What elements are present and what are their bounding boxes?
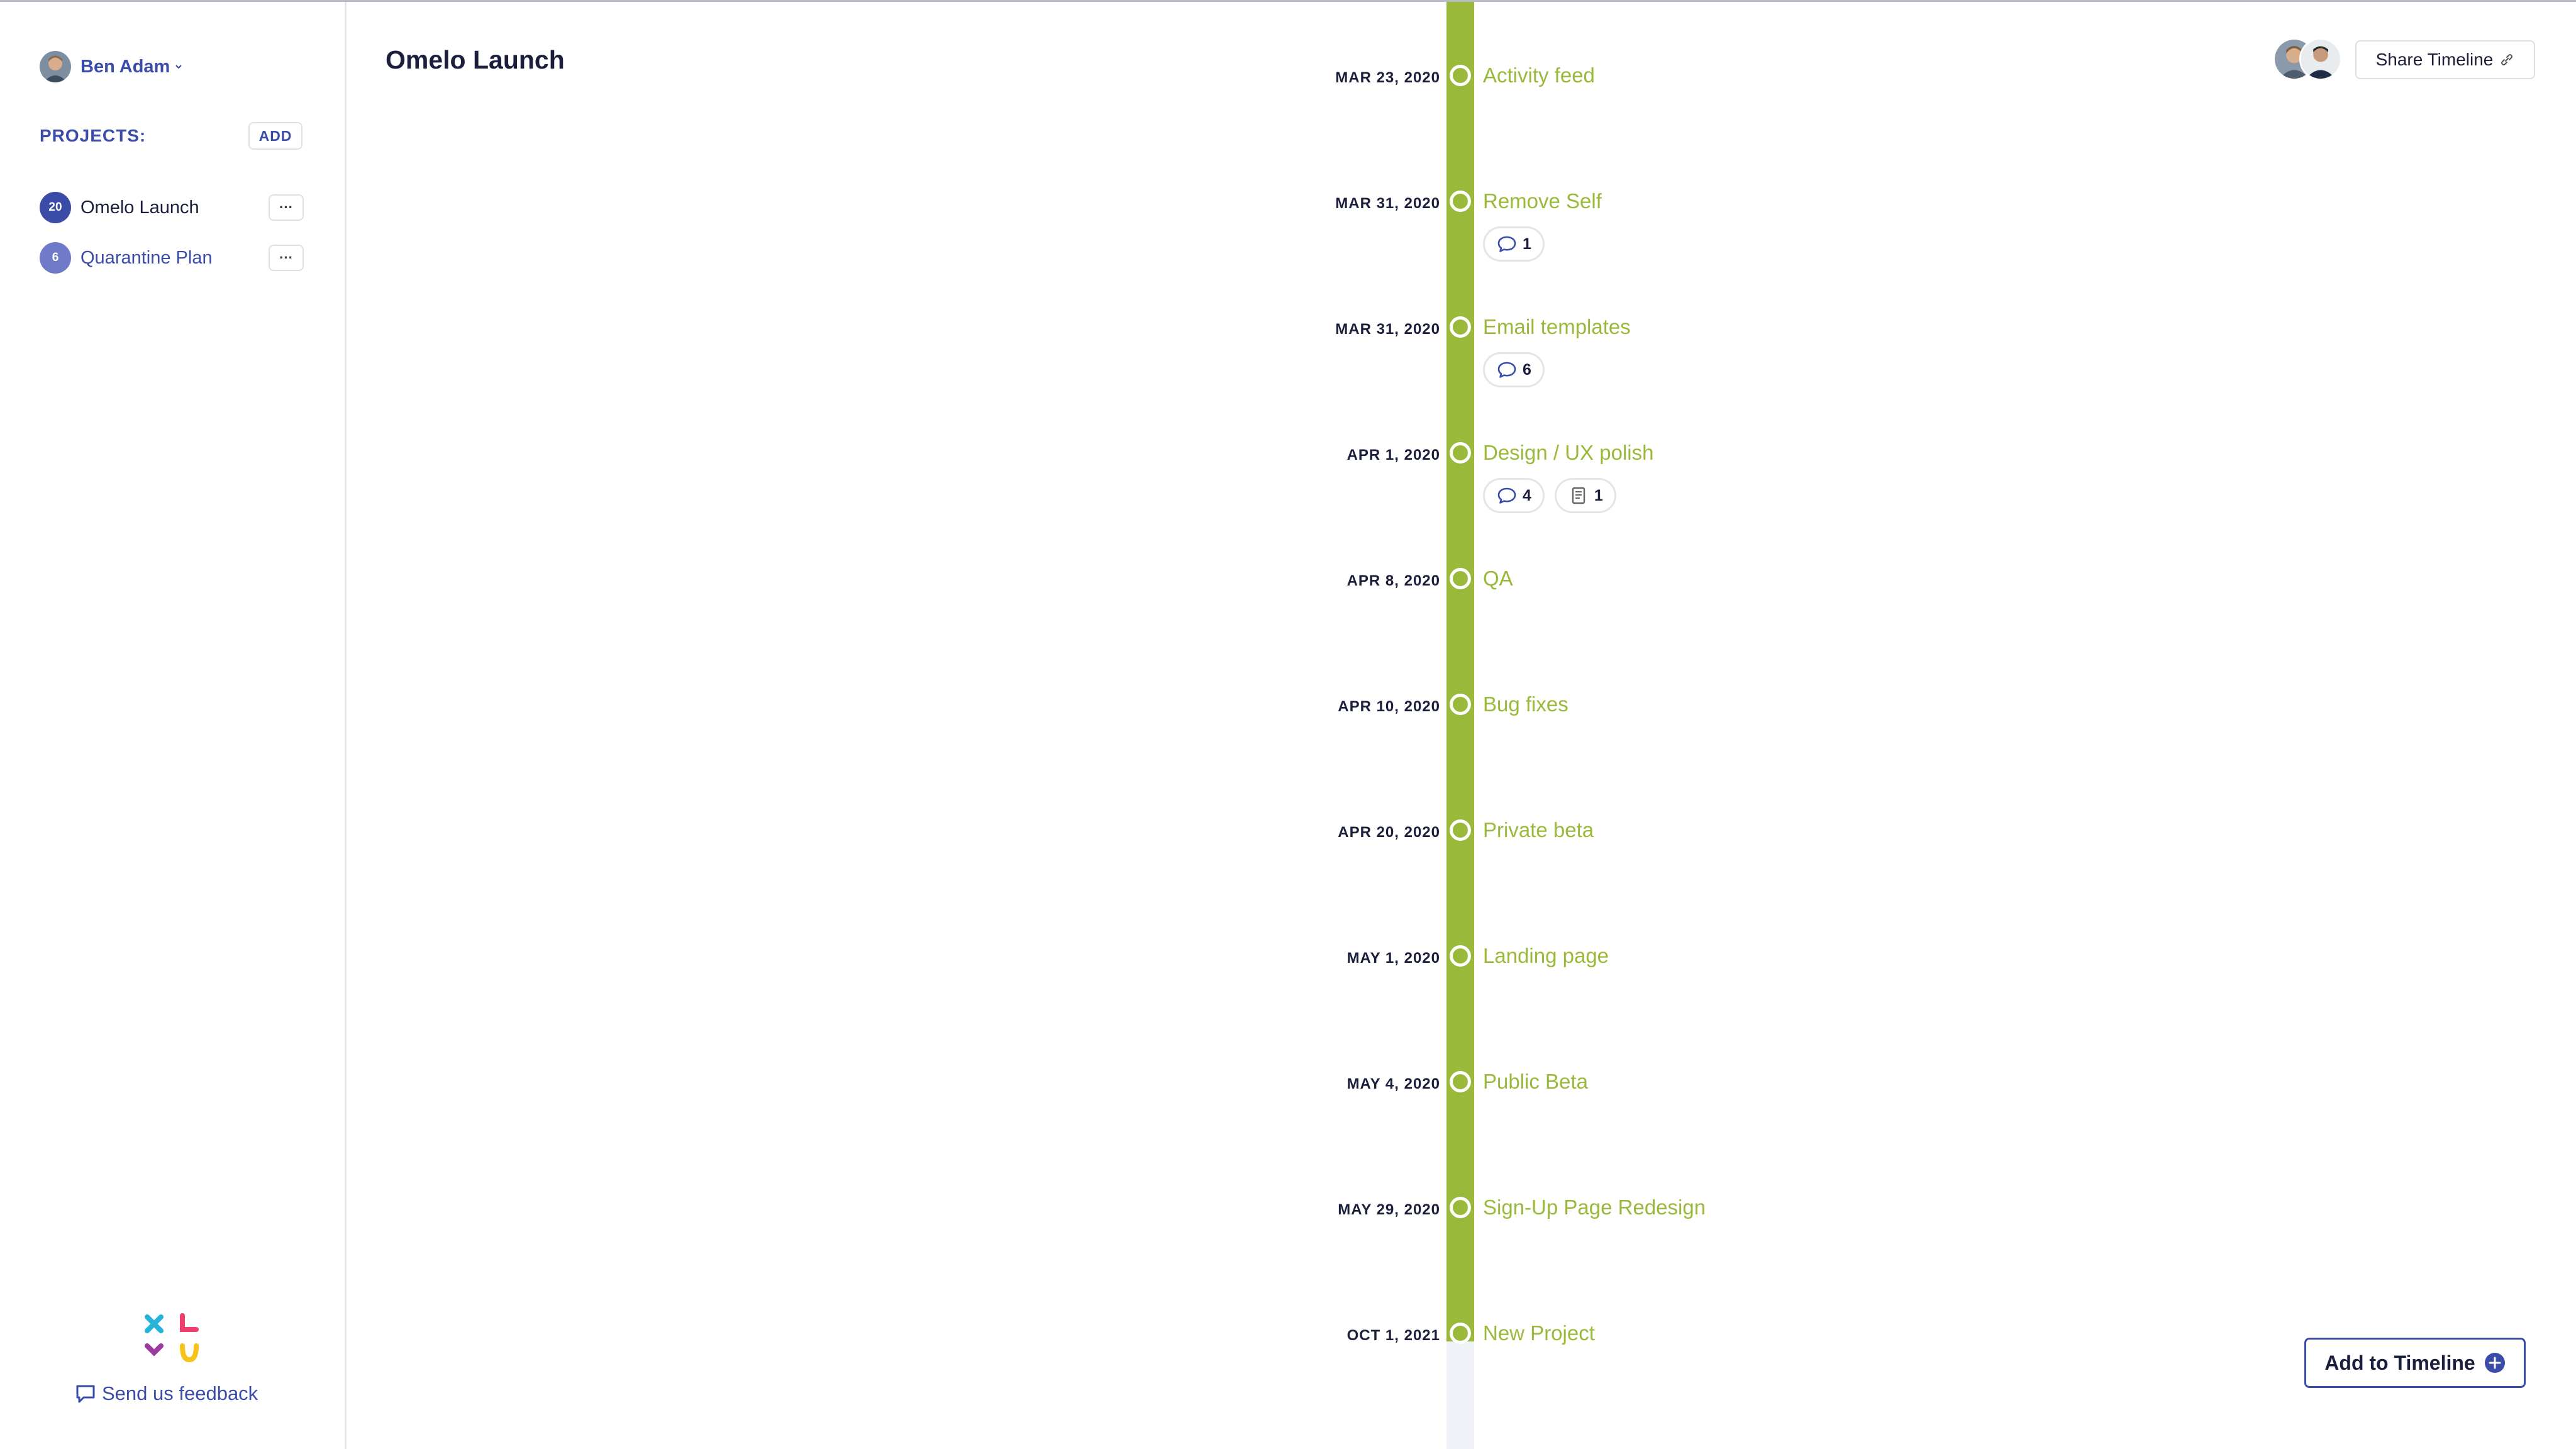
document-count-badge[interactable]: 1 — [1554, 478, 1616, 513]
event-title[interactable]: QA — [1483, 567, 1513, 591]
event-date: MAY 4, 2020 — [1346, 1075, 1440, 1092]
link-icon — [2501, 54, 2513, 65]
event-node — [1450, 1197, 1471, 1218]
event-title[interactable]: Landing page — [1483, 944, 1609, 968]
feedback-label: Send us feedback — [102, 1382, 258, 1404]
event-date: MAR 31, 2020 — [1335, 195, 1440, 212]
event-date: APR 20, 2020 — [1338, 824, 1440, 841]
event-node — [1450, 191, 1471, 212]
timeline-event[interactable]: OCT 1, 2021 New Project — [0, 1318, 2576, 1356]
project-item-quarantine-plan[interactable]: 6 Quarantine Plan ··· — [40, 242, 304, 274]
event-node — [1450, 694, 1471, 715]
plus-circle-icon — [2484, 1353, 2505, 1373]
event-badges: 41 — [1483, 478, 1616, 513]
add-to-timeline-label: Add to Timeline — [2324, 1351, 2475, 1374]
timeline-event[interactable]: MAR 31, 2020 Email templates 6 — [0, 312, 2576, 387]
timeline-event[interactable]: APR 8, 2020 QA — [0, 564, 2576, 601]
event-title[interactable]: Private beta — [1483, 818, 1594, 842]
event-date: MAR 23, 2020 — [1335, 69, 1440, 86]
share-timeline-label: Share Timeline — [2375, 50, 2494, 69]
event-title[interactable]: Activity feed — [1483, 64, 1595, 87]
timeline-event[interactable]: MAR 31, 2020 Remove Self 1 — [0, 186, 2576, 262]
project-name: Quarantine Plan — [80, 247, 213, 268]
project-count-badge: 6 — [40, 242, 71, 274]
comment-icon — [1497, 236, 1516, 252]
event-node — [1450, 945, 1471, 967]
timeline-event[interactable]: MAY 29, 2020 Sign-Up Page Redesign — [0, 1192, 2576, 1230]
timeline-event[interactable]: APR 10, 2020 Bug fixes — [0, 689, 2576, 727]
event-node — [1450, 1071, 1471, 1092]
document-count: 1 — [1594, 486, 1603, 504]
projects-heading: PROJECTS: — [40, 126, 147, 145]
event-title[interactable]: Bug fixes — [1483, 692, 1568, 716]
event-node — [1450, 442, 1471, 464]
top-border — [0, 0, 2576, 2]
comment-icon — [1497, 362, 1516, 378]
avatar — [2299, 38, 2342, 80]
timeline-event[interactable]: MAR 23, 2020 Activity feed — [0, 60, 2576, 98]
timeline-event[interactable]: MAY 4, 2020 Public Beta — [0, 1067, 2576, 1104]
add-to-timeline-button[interactable]: Add to Timeline — [2304, 1338, 2526, 1388]
event-title[interactable]: Design / UX polish — [1483, 441, 1653, 465]
event-node — [1450, 568, 1471, 589]
comment-count-badge[interactable]: 6 — [1483, 352, 1545, 387]
event-title[interactable]: New Project — [1483, 1321, 1595, 1345]
event-node — [1450, 819, 1471, 841]
event-badges: 6 — [1483, 352, 1545, 387]
comment-count: 6 — [1523, 360, 1531, 379]
comment-count: 1 — [1523, 235, 1531, 253]
event-date: APR 8, 2020 — [1346, 572, 1440, 589]
collaborator-avatars[interactable] — [2273, 38, 2343, 82]
comment-count: 4 — [1523, 486, 1531, 504]
comment-count-badge[interactable]: 4 — [1483, 478, 1545, 513]
comment-icon — [1497, 487, 1516, 504]
send-feedback-link[interactable]: Send us feedback — [74, 1382, 258, 1405]
event-title[interactable]: Remove Self — [1483, 189, 1602, 213]
add-project-button[interactable]: ADD — [248, 122, 303, 150]
project-more-button[interactable]: ··· — [269, 245, 304, 271]
timeline-event[interactable]: MAY 1, 2020 Landing page — [0, 941, 2576, 979]
event-date: MAY 1, 2020 — [1346, 950, 1440, 967]
speech-bubble-icon — [76, 1385, 95, 1403]
timeline-event[interactable]: APR 1, 2020 Design / UX polish 4 1 — [0, 438, 2576, 513]
event-date: APR 10, 2020 — [1338, 698, 1440, 715]
event-title[interactable]: Sign-Up Page Redesign — [1483, 1196, 1706, 1219]
timeline-event[interactable]: APR 20, 2020 Private beta — [0, 815, 2576, 853]
share-timeline-button[interactable]: Share Timeline — [2355, 40, 2535, 79]
event-title[interactable]: Public Beta — [1483, 1070, 1588, 1094]
event-date: OCT 1, 2021 — [1346, 1327, 1440, 1344]
document-icon — [1572, 487, 1585, 504]
event-title[interactable]: Email templates — [1483, 315, 1631, 339]
event-node — [1450, 1323, 1471, 1344]
comment-count-badge[interactable]: 1 — [1483, 226, 1545, 262]
event-node — [1450, 65, 1471, 86]
event-badges: 1 — [1483, 226, 1545, 262]
event-date: MAR 31, 2020 — [1335, 321, 1440, 338]
event-date: MAY 29, 2020 — [1338, 1201, 1440, 1218]
event-date: APR 1, 2020 — [1346, 447, 1440, 464]
event-node — [1450, 316, 1471, 338]
